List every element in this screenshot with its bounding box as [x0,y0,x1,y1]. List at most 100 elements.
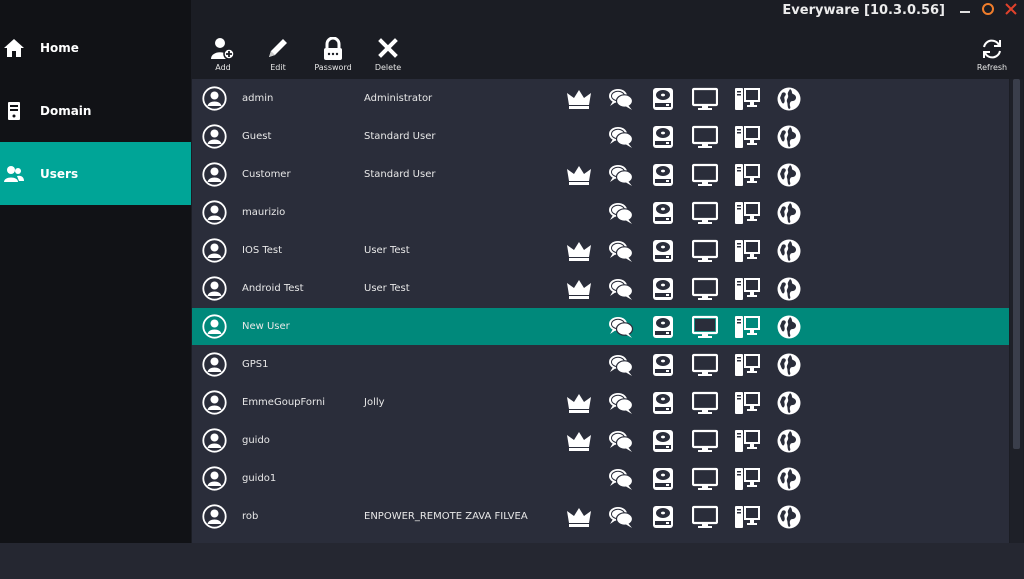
desktop-pc-icon[interactable] [734,315,760,339]
table-row[interactable]: guido1 [192,460,1009,497]
monitor-icon[interactable] [692,163,718,187]
crown-icon [566,163,592,187]
monitor-icon[interactable] [692,505,718,529]
avatar-icon [202,276,227,305]
table-row[interactable]: Customer Standard User [192,156,1009,193]
globe-icon[interactable] [776,505,802,529]
disk-icon[interactable] [650,315,676,339]
chat-icon[interactable] [608,201,634,225]
chat-icon[interactable] [608,429,634,453]
delete-button[interactable]: Delete [363,37,413,73]
sidebar-item-label: Home [40,40,79,55]
monitor-icon[interactable] [692,429,718,453]
minimize-button[interactable] [954,0,976,18]
scrollbar-thumb[interactable] [1013,79,1020,449]
monitor-icon[interactable] [692,353,718,377]
table-row[interactable]: IOS Test User Test [192,232,1009,269]
disk-icon[interactable] [650,125,676,149]
chat-icon[interactable] [608,125,634,149]
disk-icon[interactable] [650,87,676,111]
monitor-icon[interactable] [692,467,718,491]
disk-icon[interactable] [650,163,676,187]
disk-icon[interactable] [650,353,676,377]
disk-icon[interactable] [650,277,676,301]
user-role: User Test [364,283,410,294]
desktop-pc-icon[interactable] [734,201,760,225]
vertical-scrollbar[interactable] [1010,79,1023,543]
chat-icon[interactable] [608,315,634,339]
chat-icon[interactable] [608,353,634,377]
monitor-icon[interactable] [692,239,718,263]
disk-icon[interactable] [650,391,676,415]
table-row[interactable]: maurizio [192,194,1009,231]
disk-icon[interactable] [650,505,676,529]
add-user-button[interactable]: Add [198,37,248,73]
user-role: User Test [364,245,410,256]
disk-icon[interactable] [650,239,676,263]
globe-icon[interactable] [776,315,802,339]
chat-icon[interactable] [608,467,634,491]
table-row[interactable]: guido [192,422,1009,459]
disk-icon[interactable] [650,201,676,225]
sidebar-item-users[interactable]: Users [0,142,191,205]
close-icon [1005,3,1017,15]
chat-icon[interactable] [608,505,634,529]
globe-icon[interactable] [776,429,802,453]
table-row[interactable]: admin Administrator [192,80,1009,117]
globe-icon[interactable] [776,87,802,111]
desktop-pc-icon[interactable] [734,353,760,377]
chat-icon[interactable] [608,391,634,415]
password-button[interactable]: Password [308,37,358,73]
disk-icon[interactable] [650,467,676,491]
sidebar-item-home[interactable]: Home [0,16,191,79]
chat-icon[interactable] [608,239,634,263]
user-name: guido [242,435,270,446]
disk-icon[interactable] [650,429,676,453]
desktop-pc-icon[interactable] [734,505,760,529]
desktop-pc-icon[interactable] [734,277,760,301]
globe-icon[interactable] [776,201,802,225]
user-role: Jolly [364,397,385,408]
monitor-icon[interactable] [692,277,718,301]
table-row[interactable]: GPS1 [192,346,1009,383]
desktop-pc-icon[interactable] [734,125,760,149]
monitor-icon[interactable] [692,201,718,225]
close-button[interactable] [1000,0,1022,18]
table-row[interactable]: New User [192,308,1009,345]
table-row[interactable]: Android Test User Test [192,270,1009,307]
user-name: GPS1 [242,359,269,370]
globe-icon[interactable] [776,391,802,415]
edit-button[interactable]: Edit [253,37,303,73]
globe-icon[interactable] [776,163,802,187]
sidebar-item-domain[interactable]: Domain [0,79,191,142]
table-row[interactable]: Guest Standard User [192,118,1009,155]
globe-icon[interactable] [776,353,802,377]
monitor-icon[interactable] [692,87,718,111]
globe-icon[interactable] [776,125,802,149]
chat-icon[interactable] [608,87,634,111]
chat-icon[interactable] [608,277,634,301]
monitor-icon[interactable] [692,391,718,415]
crown-icon [566,87,592,111]
user-name: IOS Test [242,245,283,256]
users-table: admin Administrator Guest Standard User Cust… [192,79,1009,543]
globe-icon[interactable] [776,467,802,491]
monitor-icon[interactable] [692,315,718,339]
avatar-icon [202,124,227,153]
desktop-pc-icon[interactable] [734,391,760,415]
desktop-pc-icon[interactable] [734,467,760,491]
refresh-button[interactable]: Refresh [967,37,1017,73]
desktop-pc-icon[interactable] [734,239,760,263]
avatar-icon [202,200,227,229]
chat-icon[interactable] [608,163,634,187]
add-label: Add [215,63,231,72]
desktop-pc-icon[interactable] [734,163,760,187]
globe-icon[interactable] [776,239,802,263]
table-row[interactable]: EmmeGoupForni Jolly [192,384,1009,421]
globe-icon[interactable] [776,277,802,301]
desktop-pc-icon[interactable] [734,87,760,111]
desktop-pc-icon[interactable] [734,429,760,453]
table-row[interactable]: rob ENPOWER_REMOTE ZAVA FILVEA [192,498,1009,535]
restore-button[interactable] [977,0,999,18]
monitor-icon[interactable] [692,125,718,149]
